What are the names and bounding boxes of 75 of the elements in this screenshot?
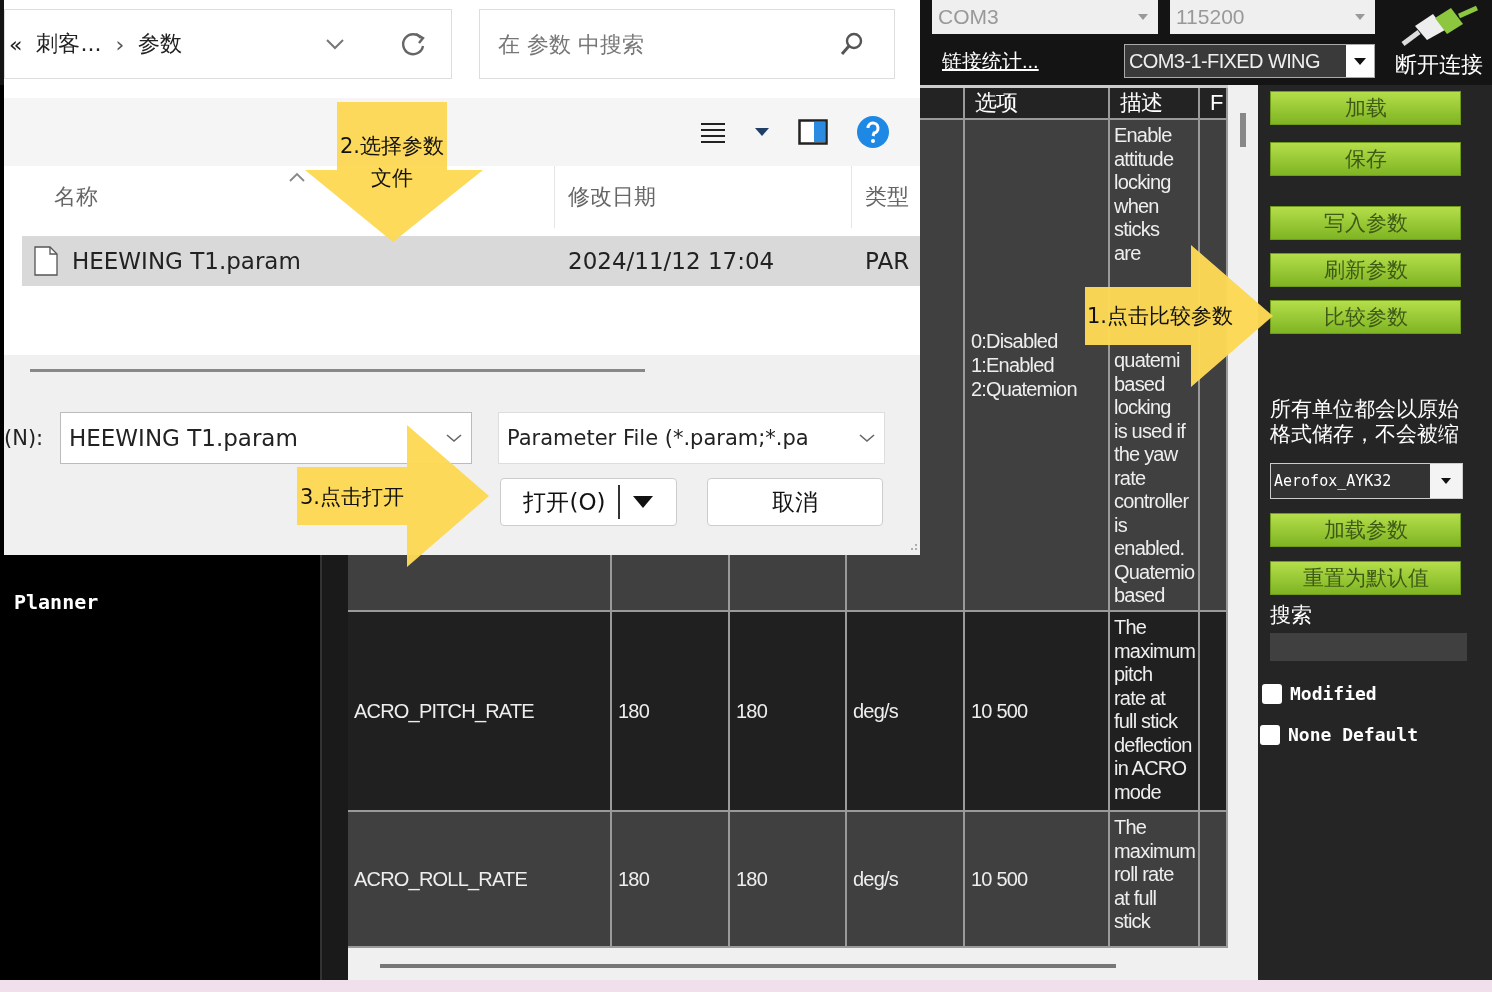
action-button[interactable]: 加载	[1270, 91, 1461, 125]
column-header[interactable]: 类型	[865, 182, 909, 212]
table-cell: deg/s	[853, 867, 898, 891]
column-header[interactable]: 修改日期	[568, 182, 656, 212]
file-date: 2024/11/12 17:04	[568, 248, 775, 274]
file-name-field[interactable]: HEEWING T1.param	[60, 412, 472, 464]
checkbox[interactable]	[1262, 683, 1282, 704]
table-cell: 180	[618, 699, 649, 723]
file-icon	[34, 246, 58, 276]
search-field[interactable]	[1270, 633, 1467, 661]
file-type: PAR	[865, 248, 910, 274]
search-icon[interactable]	[839, 31, 865, 57]
file-name-label: (N):	[4, 426, 45, 450]
action-button[interactable]: 写入参数	[1270, 206, 1461, 240]
callout-label: 2.选择参数文件	[338, 133, 445, 192]
chevron-down-icon[interactable]	[858, 433, 876, 443]
sort-caret-icon[interactable]	[289, 172, 305, 182]
refresh-icon[interactable]	[399, 30, 427, 58]
open-button[interactable]: 打开(O)	[500, 478, 677, 526]
breadcrumb[interactable]: 刺客...	[36, 29, 102, 59]
table-cell-text: Enable attitude locking when sticks are	[1114, 124, 1175, 265]
table-cell: 10 500	[971, 699, 1028, 723]
action-button[interactable]: 重置为默认值	[1270, 561, 1461, 595]
table-cell: 10 500	[971, 867, 1028, 891]
file-row[interactable]: HEEWING T1.param 2024/11/12 17:04 PAR	[22, 236, 920, 286]
preset-dropdown[interactable]: Aerofox_AYK32	[1270, 463, 1463, 499]
search-label: 搜索	[1270, 602, 1313, 628]
action-button[interactable]: 加载参数	[1270, 513, 1461, 547]
caret-icon[interactable]	[1441, 478, 1451, 484]
column-header[interactable]: F	[1210, 90, 1223, 116]
address-bar[interactable]: « 刺客... › 参数	[4, 9, 452, 79]
caret-icon[interactable]	[754, 127, 770, 137]
table-cell: 180	[736, 699, 767, 723]
breadcrumb-separator: ›	[115, 31, 125, 57]
table-cell-text: quatemi based locking is used if the yaw rate controller is enabled. Quatemio based	[1114, 349, 1196, 608]
scrollbar-thumb[interactable]	[1240, 113, 1246, 147]
help-icon[interactable]	[856, 115, 890, 149]
checkbox[interactable]	[1260, 724, 1280, 745]
table-cell: ACRO_ROLL_RATE	[354, 867, 527, 891]
action-button[interactable]: 刷新参数	[1270, 253, 1461, 287]
chevron-down-icon[interactable]	[325, 38, 345, 50]
units-note: 所有单位都会以原始格式储存，不会被缩	[1270, 396, 1460, 446]
chevron-down-icon[interactable]	[445, 433, 463, 443]
checkbox-label: Modified	[1290, 683, 1377, 704]
file-type-dropdown[interactable]: Parameter File (*.param;*.pa	[498, 412, 885, 464]
column-header[interactable]: 描述	[1120, 88, 1163, 118]
back-chevron[interactable]: «	[9, 31, 23, 57]
search-field[interactable]: 在 参数 中搜索	[479, 9, 895, 79]
resize-grip-icon[interactable]	[908, 543, 918, 553]
scrollbar-thumb[interactable]	[380, 964, 1116, 968]
breadcrumb[interactable]: 参数	[138, 29, 183, 59]
sidebar-item[interactable]: Planner	[0, 590, 320, 614]
caret-icon[interactable]	[631, 495, 654, 509]
caret-icon[interactable]	[1354, 57, 1366, 65]
action-button[interactable]: 保存	[1270, 142, 1461, 176]
table-cell: ACRO_PITCH_RATE	[354, 699, 534, 723]
table-cell: 180	[618, 867, 649, 891]
disconnect-button[interactable]: 断开连接	[1385, 0, 1492, 85]
table-cell-text: The maximum roll rate at full stick	[1114, 816, 1197, 934]
table-cell: 180	[736, 867, 767, 891]
column-header[interactable]: 选项	[975, 88, 1018, 118]
table-cell-text: The maximum pitch rate at full stick deflection in ACRO mode	[1114, 616, 1197, 804]
checkbox-label: None Default	[1288, 724, 1419, 745]
file-name: HEEWING T1.param	[72, 248, 301, 274]
link-stats-link[interactable]: 链接统计...	[942, 47, 1039, 75]
column-header[interactable]: 名称	[54, 182, 98, 212]
list-view-icon[interactable]	[700, 121, 726, 143]
callout-label: 1.点击比较参数	[1087, 303, 1235, 330]
callout-label: 3.点击打开	[298, 484, 405, 511]
vehicle-dropdown[interactable]: COM3-1-FIXED WING	[1124, 44, 1375, 78]
table-cell: deg/s	[853, 699, 898, 723]
cancel-button[interactable]: 取消	[707, 478, 883, 526]
action-button[interactable]: 比较参数	[1270, 300, 1461, 334]
table-cell: 0:Disabled 1:Enabled 2:Quatemion	[971, 329, 1077, 401]
preview-pane-icon[interactable]	[798, 119, 828, 145]
